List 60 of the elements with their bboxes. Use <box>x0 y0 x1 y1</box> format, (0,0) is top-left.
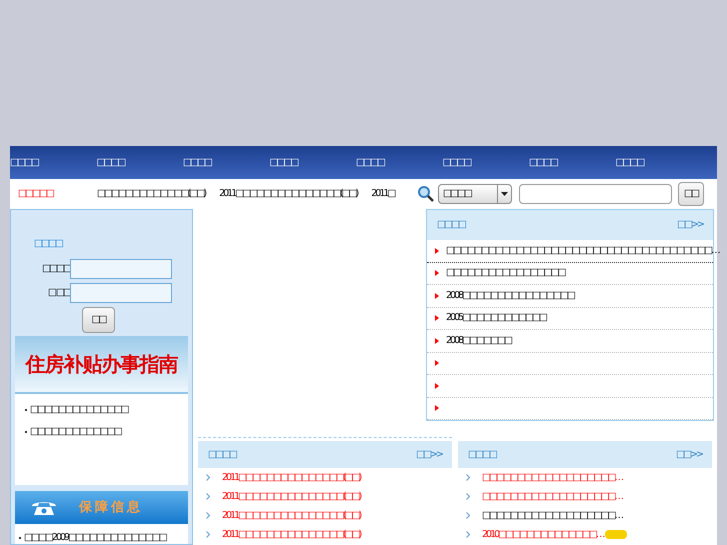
bullet-arrow-icon <box>435 405 439 412</box>
nav-link[interactable]: □□□□ <box>529 156 616 168</box>
chevron-icon <box>466 531 470 538</box>
nav-link[interactable]: □□□□ <box>10 156 96 168</box>
nav-link[interactable]: □□□□ <box>616 156 702 168</box>
chevron-icon <box>466 493 470 500</box>
chevron-icon <box>206 493 210 500</box>
news-link[interactable]: 2011□□□□□□□□□□□□□□□(□□) <box>222 490 360 502</box>
password-label: □ □□ <box>47 287 70 299</box>
username-field[interactable] <box>70 259 172 279</box>
login-button[interactable]: □□ <box>82 307 115 333</box>
username-label: □□□□ <box>41 263 70 275</box>
guide-link[interactable]: □□□□□□□□□□□□□ <box>30 426 121 438</box>
panel-title: □□□□ <box>437 219 465 231</box>
password-field[interactable] <box>70 283 172 303</box>
bullet-arrow-icon <box>435 248 439 254</box>
news-link[interactable]: 2010□□□□□□□□□□□□□□… <box>482 528 604 540</box>
bullet-arrow-icon <box>435 315 439 322</box>
news-link[interactable]: □□□□□□□□□□□□□□□□□□□… <box>482 472 622 484</box>
banner-text: 保障信息 <box>79 500 143 516</box>
chevron-icon <box>206 474 210 481</box>
notice-link[interactable]: 2005□□□□□□□□□□□□ <box>446 312 546 324</box>
notice-link[interactable]: 2008□□□□□□□ <box>446 334 512 347</box>
notice-link[interactable]: 2008□□□□□□□□□□□□□□□□ <box>446 290 574 302</box>
news-link[interactable]: 2011□□□□□□□□□□□□□□□(□□) <box>222 528 360 540</box>
notice-link[interactable]: □□□□□□□□□□□□□□□□□ <box>446 267 565 280</box>
nav-link[interactable]: □□□□ <box>442 156 529 168</box>
bullet-arrow-icon <box>435 382 439 389</box>
news-link[interactable]: 2011□□□□□□□□□□□□□□□(□□) <box>222 472 360 484</box>
login-title: □□□□ <box>34 238 64 250</box>
chevron-icon <box>206 512 210 519</box>
chevron-icon <box>466 512 470 519</box>
category-select[interactable]: □□□□ <box>438 184 512 204</box>
ticker-link[interactable]: 2011□ <box>371 188 394 200</box>
nav-link[interactable]: □□□□ <box>356 156 442 168</box>
nav-link[interactable]: □□□□ <box>96 156 183 168</box>
banner-text: 住房补贴办事指南 <box>26 352 178 376</box>
bullet-arrow-icon <box>435 360 439 366</box>
news-link[interactable]: 2011□□□□□□□□□□□□□□□(□□) <box>222 510 360 522</box>
nav-link[interactable]: □□□□ <box>183 156 270 168</box>
panel-title: □□□□ <box>208 448 236 460</box>
bullet-arrow-icon <box>435 270 439 276</box>
ticker-link[interactable]: □□□□□□□□□□□□□(□□) <box>97 188 206 200</box>
ticker-link[interactable]: 2011□□□□□□□□□□□□□□□(□□) <box>219 188 358 200</box>
search-field[interactable] <box>519 184 672 204</box>
caret-icon <box>501 192 508 196</box>
bullet-arrow-icon <box>435 292 439 299</box>
guide-link[interactable]: □□□□□□□□□□□□□□ <box>30 404 128 416</box>
news-link[interactable]: □□□□□□□□□□□□□□□□□□□… <box>482 490 622 502</box>
telephone-icon <box>31 500 57 516</box>
chevron-icon <box>206 531 210 538</box>
news-link[interactable]: □□□□□□□□□□□□□□□□□□□… <box>482 510 622 522</box>
ticker-label: □□□□□ <box>18 188 54 200</box>
chevron-icon <box>466 474 470 481</box>
notice-link[interactable]: □□□□□□□□□□□□□□□□□□□□□□□□□□□□□□□□□□□□□□… <box>446 244 719 257</box>
search-button[interactable]: □□ <box>678 182 704 206</box>
bullet-arrow-icon <box>435 338 439 344</box>
search-icon <box>417 185 435 203</box>
panel-title: □□□□ <box>468 448 496 460</box>
nav-link[interactable]: □□□□ <box>270 156 356 168</box>
